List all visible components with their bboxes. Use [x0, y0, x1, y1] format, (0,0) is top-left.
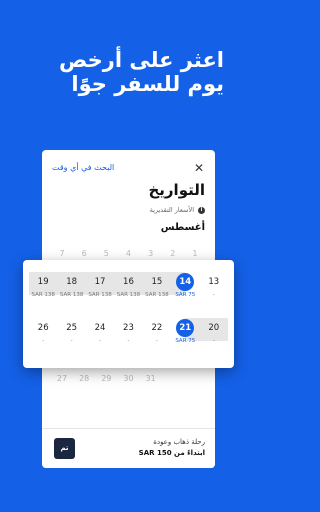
month-label: أغسطس: [160, 222, 205, 233]
calendar-week: 20 - 21 SAR 75 22 - 23 - 24 - 25 - 26 -: [23, 316, 234, 356]
calendar-weeks-popout: 13-14 SAR 75 15 SAR 138 16 SAR 138 17 SAR 138 18…: [23, 260, 234, 368]
day-number: 21: [176, 319, 195, 337]
day-number: 25: [66, 323, 78, 333]
day-price: SAR 138: [31, 292, 55, 298]
day-cell[interactable]: 18 SAR 138: [57, 270, 85, 306]
promo-headline: اعثر على أرخص يوم للسفر جوًا: [58, 48, 224, 96]
info-icon[interactable]: i: [198, 206, 205, 214]
day-number: 19: [37, 277, 49, 287]
day-cell[interactable]: 15 SAR 138: [143, 270, 171, 306]
estimated-prices-label: الأسعار التقديرية: [149, 206, 194, 214]
day-cell[interactable]: 20 -: [200, 316, 228, 352]
trip-type-label: رحلة ذهاب وعودة: [153, 438, 205, 446]
day-number: 17: [94, 277, 106, 287]
day-price: -: [99, 338, 102, 344]
day-number: 22: [151, 323, 163, 333]
selected-day-cell[interactable]: 14 SAR 75: [171, 270, 199, 306]
day-price: SAR 138: [88, 292, 112, 298]
faded-day: 28: [79, 374, 90, 383]
faded-day: 30: [123, 374, 134, 383]
day-price: -: [212, 338, 215, 344]
day-price: -: [70, 338, 73, 344]
day-price: -: [155, 338, 158, 344]
faded-day: 6: [81, 249, 87, 258]
day-number: 15: [151, 277, 163, 287]
faded-day: 1: [192, 249, 198, 258]
faded-day: 2: [170, 249, 176, 258]
day-number: 18: [66, 277, 78, 287]
day-number: 20: [208, 323, 220, 333]
day-cell[interactable]: 22 -: [143, 316, 171, 352]
day-number: 14: [176, 273, 195, 291]
selected-day-cell[interactable]: 21 SAR 75: [171, 316, 199, 352]
day-price: SAR 75: [175, 338, 196, 344]
day-cell[interactable]: 16 SAR 138: [114, 270, 142, 306]
faded-day: 31: [145, 374, 156, 383]
faded-day: 29: [101, 374, 112, 383]
day-cell[interactable]: 24 -: [86, 316, 114, 352]
day-number: 26: [37, 323, 49, 333]
trip-price-label: ابتداءً من SAR 150: [138, 449, 205, 457]
day-number: 16: [123, 277, 134, 287]
day-cell[interactable]: 19 SAR 138: [29, 270, 57, 306]
footer-bar: تم رحلة ذهاب وعودة ابتداءً من SAR 150: [42, 428, 215, 468]
faded-day: [185, 374, 205, 383]
day-number: 13: [208, 277, 220, 287]
faded-day: [163, 374, 183, 383]
day-price: -: [127, 338, 130, 344]
faded-day: 4: [125, 249, 132, 258]
day-price: SAR 75: [175, 292, 196, 298]
day-price: SAR 138: [59, 292, 84, 298]
day-price: -: [212, 292, 215, 298]
day-cell[interactable]: 25 -: [57, 316, 85, 352]
day-cell[interactable]: 26 -: [29, 316, 57, 352]
day-number: 23: [123, 323, 134, 333]
faded-day: 27: [56, 374, 68, 383]
day-price: SAR 138: [116, 292, 141, 298]
day-price: SAR 138: [145, 292, 169, 298]
day-cell[interactable]: 13 -: [200, 270, 228, 306]
day-cell[interactable]: 23 -: [114, 316, 142, 352]
day-cell[interactable]: 17 SAR 138: [86, 270, 114, 306]
estimated-prices-note: i الأسعار التقديرية: [150, 206, 205, 214]
page-title: التواريخ: [148, 181, 205, 199]
faded-day: 3: [148, 249, 154, 258]
calendar-week: 13-14 SAR 75 15 SAR 138 16 SAR 138 17 SAR 138 18…: [23, 270, 234, 310]
faded-week-bottom: 27 28 29 30 31: [42, 374, 215, 383]
faded-day: 5: [103, 249, 109, 258]
search-anytime-link[interactable]: البحث في أي وقت: [52, 163, 114, 172]
faded-day: 7: [59, 249, 65, 258]
faded-week-top: 7 6 5 4 3 2 1: [42, 249, 215, 258]
close-icon[interactable]: ✕: [193, 162, 205, 174]
done-button[interactable]: تم: [54, 438, 75, 459]
day-number: 24: [94, 323, 106, 333]
day-price: -: [42, 338, 45, 344]
